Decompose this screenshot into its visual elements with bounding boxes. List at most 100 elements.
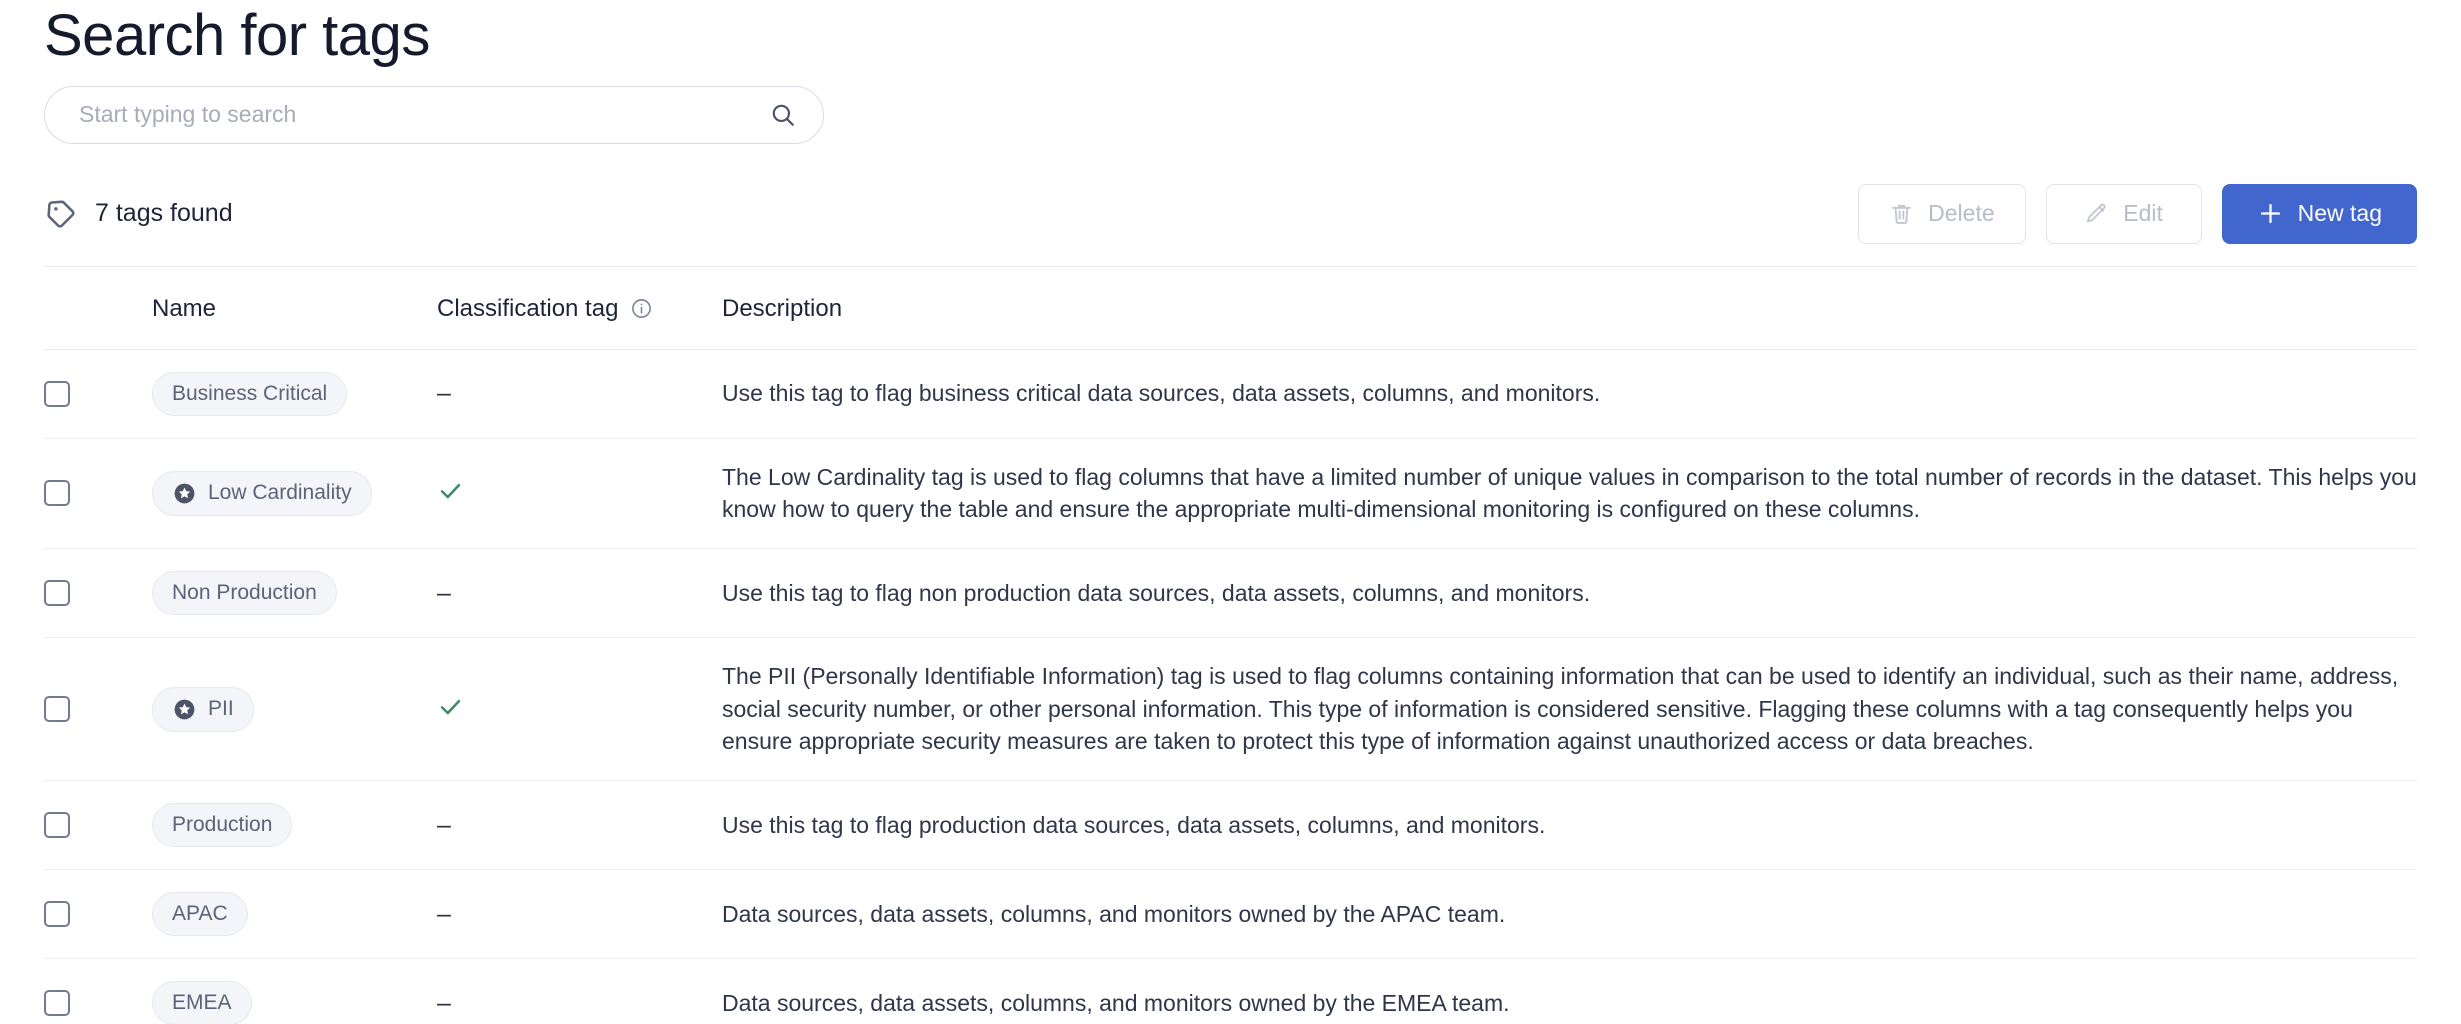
- trash-icon: [1889, 201, 1914, 226]
- table-row[interactable]: APAC – Data sources, data assets, column…: [44, 870, 2417, 959]
- search-input[interactable]: [44, 86, 824, 144]
- header-checkbox-cell: [44, 267, 152, 350]
- row-classification-cell: [437, 638, 722, 781]
- tag-chip[interactable]: Non Production: [152, 571, 337, 615]
- tag-chip[interactable]: Business Critical: [152, 372, 347, 416]
- classification-dash: –: [437, 381, 451, 406]
- tag-icon: [44, 197, 78, 231]
- tag-description: Use this tag to flag business critical d…: [722, 380, 1600, 406]
- row-description-cell: Use this tag to flag business critical d…: [722, 349, 2417, 438]
- tags-table: Name Classification tag Description: [44, 267, 2417, 1024]
- row-checkbox-cell: [44, 638, 152, 781]
- row-name-cell: PII: [152, 638, 437, 781]
- header-classification-label: Classification tag: [437, 295, 618, 323]
- tag-chip-label: Non Production: [172, 581, 317, 605]
- classification-dash: –: [437, 813, 451, 838]
- tag-description: Data sources, data assets, columns, and …: [722, 901, 1505, 927]
- row-classification-cell: –: [437, 959, 722, 1024]
- tags-toolbar: 7 tags found Delete Edit: [44, 182, 2417, 267]
- row-name-cell: EMEA: [152, 959, 437, 1024]
- row-checkbox-cell: [44, 438, 152, 548]
- row-classification-cell: –: [437, 549, 722, 638]
- tag-description: The Low Cardinality tag is used to flag …: [722, 464, 2417, 523]
- tag-count-group: 7 tags found: [44, 197, 233, 231]
- table-row[interactable]: EMEA – Data sources, data assets, column…: [44, 959, 2417, 1024]
- row-checkbox[interactable]: [44, 381, 70, 407]
- row-description-cell: The Low Cardinality tag is used to flag …: [722, 438, 2417, 548]
- tag-chip-label: APAC: [172, 902, 228, 926]
- classification-dash: –: [437, 581, 451, 606]
- tag-chip[interactable]: EMEA: [152, 981, 252, 1024]
- tags-page: Search for tags 7 tags found: [0, 0, 2461, 1024]
- tag-chip-label: PII: [208, 697, 234, 721]
- row-checkbox[interactable]: [44, 812, 70, 838]
- row-classification-cell: –: [437, 781, 722, 870]
- table-header-row: Name Classification tag Description: [44, 267, 2417, 350]
- star-badge-icon: [172, 481, 197, 506]
- row-name-cell: APAC: [152, 870, 437, 959]
- row-name-cell: Production: [152, 781, 437, 870]
- edit-button-label: Edit: [2123, 200, 2163, 227]
- row-description-cell: Data sources, data assets, columns, and …: [722, 870, 2417, 959]
- row-checkbox[interactable]: [44, 901, 70, 927]
- tag-chip[interactable]: APAC: [152, 892, 248, 936]
- classification-dash: –: [437, 902, 451, 927]
- info-icon[interactable]: [630, 297, 653, 320]
- row-checkbox-cell: [44, 959, 152, 1024]
- row-description-cell: Data sources, data assets, columns, and …: [722, 959, 2417, 1024]
- tag-chip-label: EMEA: [172, 991, 232, 1015]
- header-classification: Classification tag: [437, 267, 722, 350]
- delete-button[interactable]: Delete: [1858, 184, 2025, 244]
- tag-chip-label: Business Critical: [172, 382, 327, 406]
- tag-description: Use this tag to flag non production data…: [722, 580, 1590, 606]
- classification-dash: –: [437, 991, 451, 1016]
- row-classification-cell: –: [437, 349, 722, 438]
- edit-button[interactable]: Edit: [2046, 184, 2202, 244]
- new-tag-button[interactable]: New tag: [2222, 184, 2417, 244]
- header-name: Name: [152, 267, 437, 350]
- row-classification-cell: –: [437, 870, 722, 959]
- search-field-wrapper: [44, 86, 824, 144]
- tags-table-header: Name Classification tag Description: [44, 267, 2417, 350]
- table-row[interactable]: Non Production – Use this tag to flag no…: [44, 549, 2417, 638]
- page-title: Search for tags: [44, 0, 2417, 86]
- row-name-cell: Business Critical: [152, 349, 437, 438]
- tag-count-label: 7 tags found: [95, 199, 233, 228]
- tag-chip[interactable]: PII: [152, 687, 254, 732]
- table-row[interactable]: PII The PII (Personally Identifiable Inf…: [44, 638, 2417, 781]
- row-classification-cell: [437, 438, 722, 548]
- table-row[interactable]: Business Critical – Use this tag to flag…: [44, 349, 2417, 438]
- row-name-cell: Low Cardinality: [152, 438, 437, 548]
- delete-button-label: Delete: [1928, 200, 1994, 227]
- row-description-cell: Use this tag to flag non production data…: [722, 549, 2417, 638]
- classification-check-icon: [437, 693, 464, 720]
- tag-description: The PII (Personally Identifiable Informa…: [722, 663, 2398, 754]
- classification-check-icon: [437, 477, 464, 504]
- row-checkbox-cell: [44, 549, 152, 638]
- row-checkbox-cell: [44, 870, 152, 959]
- tag-chip-label: Production: [172, 813, 272, 837]
- tag-chip[interactable]: Production: [152, 803, 292, 847]
- table-row[interactable]: Production – Use this tag to flag produc…: [44, 781, 2417, 870]
- row-checkbox[interactable]: [44, 480, 70, 506]
- star-badge-icon: [172, 697, 197, 722]
- table-row[interactable]: Low Cardinality The Low Cardinality tag …: [44, 438, 2417, 548]
- row-checkbox[interactable]: [44, 696, 70, 722]
- plus-icon: [2257, 200, 2284, 227]
- row-checkbox-cell: [44, 781, 152, 870]
- row-checkbox-cell: [44, 349, 152, 438]
- tag-description: Data sources, data assets, columns, and …: [722, 990, 1510, 1016]
- row-description-cell: Use this tag to flag production data sou…: [722, 781, 2417, 870]
- row-description-cell: The PII (Personally Identifiable Informa…: [722, 638, 2417, 781]
- row-checkbox[interactable]: [44, 580, 70, 606]
- pencil-icon: [2084, 201, 2109, 226]
- new-tag-button-label: New tag: [2298, 200, 2382, 227]
- tag-chip[interactable]: Low Cardinality: [152, 471, 372, 516]
- tag-chip-label: Low Cardinality: [208, 481, 352, 505]
- row-name-cell: Non Production: [152, 549, 437, 638]
- tags-table-body: Business Critical – Use this tag to flag…: [44, 349, 2417, 1024]
- tag-description: Use this tag to flag production data sou…: [722, 812, 1545, 838]
- header-description: Description: [722, 267, 2417, 350]
- toolbar-actions: Delete Edit New tag: [1858, 184, 2417, 244]
- row-checkbox[interactable]: [44, 990, 70, 1016]
